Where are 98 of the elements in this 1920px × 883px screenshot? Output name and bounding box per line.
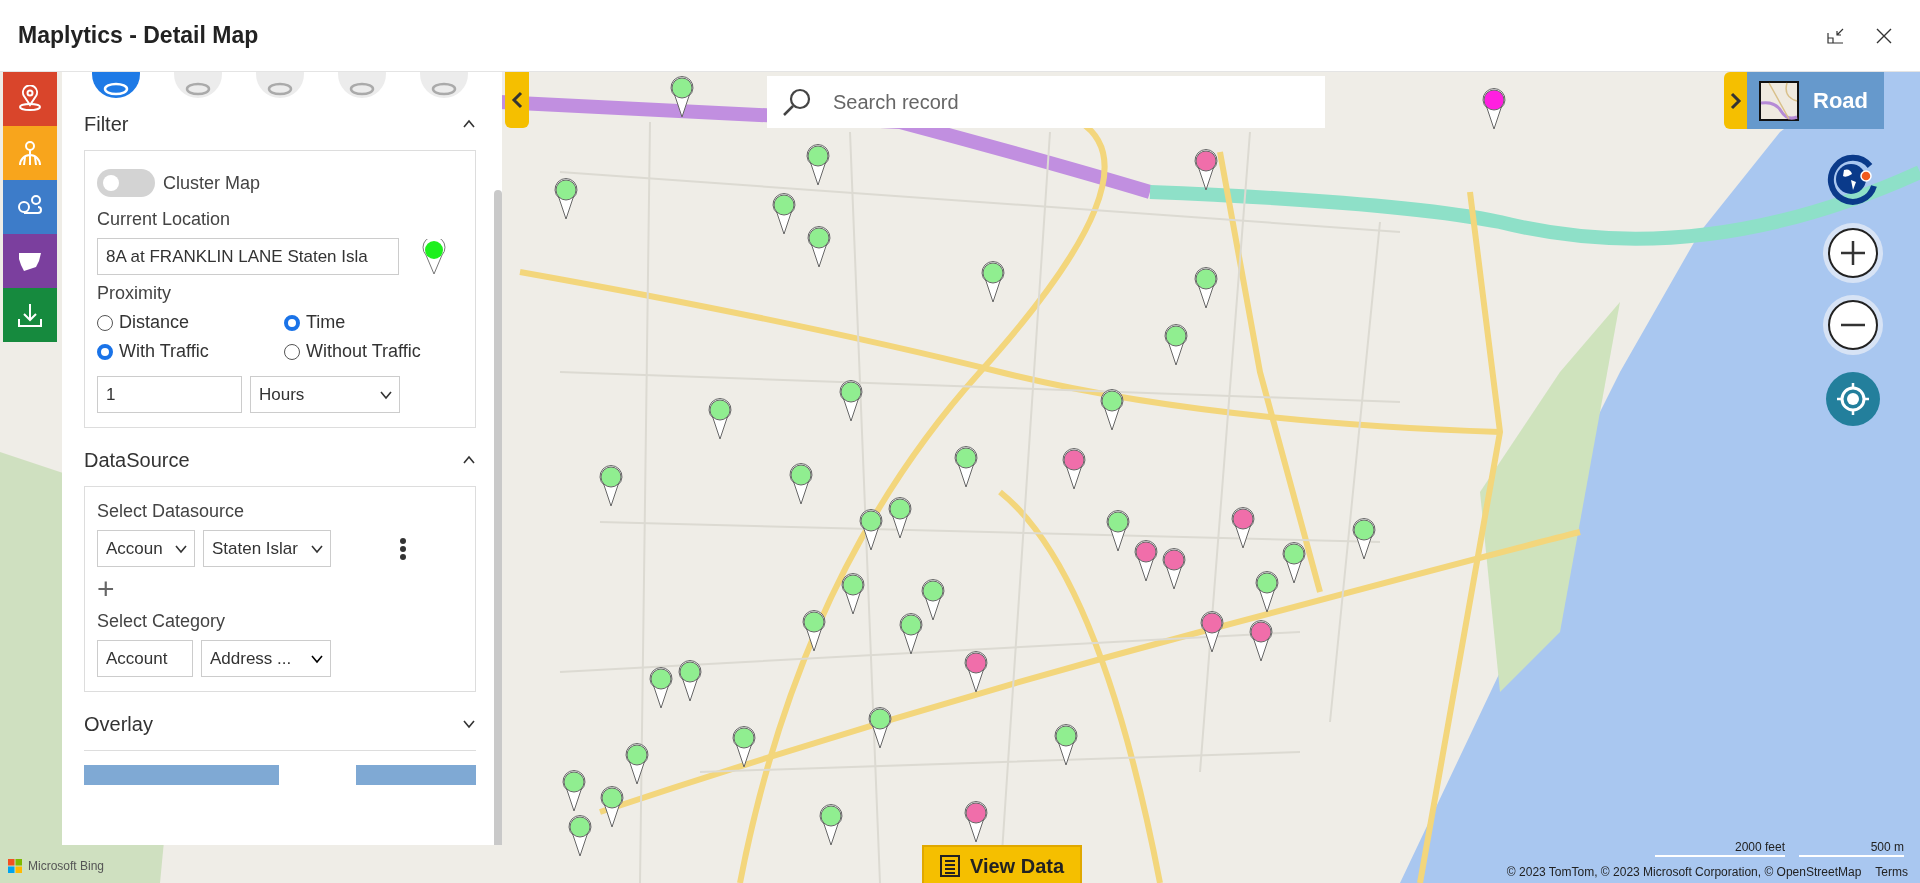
cluster-label: Cluster Map (163, 172, 261, 194)
globe-pin-icon (16, 139, 44, 167)
provider-name: Microsoft Bing (28, 859, 105, 873)
map-pin[interactable] (963, 801, 989, 843)
map-pin[interactable] (806, 226, 832, 268)
list-icon (939, 855, 960, 877)
category-entity-field: Account (97, 640, 193, 677)
proximity-label: Proximity (97, 283, 172, 304)
map-pin[interactable] (963, 651, 989, 693)
map-pin[interactable] (1248, 620, 1274, 662)
map-pin[interactable] (669, 76, 695, 118)
map-pin[interactable] (1351, 518, 1377, 560)
minus-icon (1839, 323, 1867, 327)
map-pin[interactable] (598, 465, 624, 507)
map-pin[interactable] (1193, 267, 1219, 309)
scale-bar: 2000 feet (1655, 840, 1785, 857)
filter-section-header[interactable]: Filter (84, 98, 476, 150)
map-pin[interactable] (648, 667, 674, 709)
crosshair-icon (1836, 382, 1870, 416)
cluster-toggle[interactable] (97, 169, 155, 197)
map-pin[interactable] (553, 178, 579, 220)
map-pin[interactable] (1161, 548, 1187, 590)
map-pin[interactable] (1254, 571, 1280, 613)
map-attribution: © 2023 TomTom, © 2023 Microsoft Corporation, © OpenStreetMap (1506, 865, 1862, 879)
map-pin[interactable] (788, 463, 814, 505)
map-pin[interactable] (887, 497, 913, 539)
map-pin[interactable] (567, 815, 593, 857)
map-pin[interactable] (1481, 88, 1507, 130)
map-pin[interactable] (1193, 149, 1219, 191)
side-tool-button[interactable] (3, 180, 57, 234)
road-map-icon (1759, 80, 1799, 121)
map-pin[interactable] (840, 573, 866, 615)
scrollbar-thumb[interactable] (494, 190, 502, 845)
map-pin[interactable] (1133, 540, 1159, 582)
search-field[interactable]: Search record (767, 76, 1325, 128)
datasource-label: Select Datasource (97, 501, 246, 522)
view-select[interactable]: Staten Islar (203, 530, 331, 567)
location-pin-icon (421, 238, 447, 275)
plus-icon (1839, 239, 1867, 267)
more-icon[interactable] (399, 536, 407, 561)
location-pin-icon (16, 85, 44, 113)
map-pin[interactable] (1105, 510, 1131, 552)
map-pin[interactable] (707, 398, 733, 440)
datasource-section-header[interactable]: DataSource (84, 434, 476, 486)
category-label: Select Category (97, 611, 227, 632)
map-pin[interactable] (677, 660, 703, 702)
map-pin[interactable] (867, 707, 893, 749)
map-pin[interactable] (1061, 448, 1087, 490)
chevron-left-icon (511, 91, 523, 109)
side-tool-button[interactable] (3, 288, 57, 342)
map-pin[interactable] (624, 743, 650, 785)
map-pin[interactable] (953, 446, 979, 488)
location-input[interactable]: 8A at FRANKLIN LANE Staten Isla (97, 238, 399, 275)
map-pin[interactable] (599, 786, 625, 828)
traffic-radio[interactable]: Without Traffic (284, 341, 463, 362)
map-pin[interactable] (980, 261, 1006, 303)
map-pin[interactable] (1199, 611, 1225, 653)
map-pin[interactable] (818, 804, 844, 846)
close-icon (1876, 27, 1892, 44)
view-data-button[interactable]: View Data (922, 845, 1082, 883)
terms-link[interactable]: Terms (1875, 865, 1908, 879)
scale-bar: 500 m (1799, 840, 1904, 857)
map-pin[interactable] (561, 770, 587, 812)
side-tool-button[interactable] (3, 234, 57, 288)
map-pin[interactable] (1281, 542, 1307, 584)
category-select[interactable]: Address ... (201, 640, 331, 677)
location-label: Current Location (97, 209, 232, 230)
unit-select[interactable]: Hours (250, 376, 400, 413)
amount-input[interactable]: 1 (97, 376, 242, 413)
restore-icon (1827, 27, 1845, 44)
map-pin[interactable] (731, 726, 757, 768)
proximity-radio[interactable]: Time (284, 312, 463, 333)
map-pin[interactable] (1053, 724, 1079, 766)
map-pin[interactable] (1230, 507, 1256, 549)
add-button[interactable]: + (97, 575, 123, 603)
collapse-panel-button[interactable] (505, 72, 529, 128)
side-tool-button[interactable] (3, 72, 57, 126)
download-icon (16, 301, 44, 329)
map-pin[interactable] (771, 193, 797, 235)
entity-select[interactable]: Accoun (97, 530, 195, 567)
map-pin[interactable] (858, 509, 884, 551)
provider-logo-icon (8, 859, 22, 873)
traffic-radio[interactable]: With Traffic (97, 341, 276, 362)
expand-styles-button[interactable] (1724, 72, 1747, 129)
globe-location-button[interactable] (1826, 152, 1880, 206)
chevron-right-icon (1729, 91, 1742, 110)
window-title: Maplytics - Detail Map (18, 22, 260, 49)
map-pin[interactable] (805, 144, 831, 186)
map-pin[interactable] (1163, 324, 1189, 366)
map-pin[interactable] (1099, 389, 1125, 431)
overlay-section-header[interactable]: Overlay (84, 698, 476, 750)
map-pin[interactable] (898, 613, 924, 655)
map-pin[interactable] (920, 579, 946, 621)
proximity-radio[interactable]: Distance (97, 312, 276, 333)
map-pin[interactable] (801, 610, 827, 652)
search-icon (781, 86, 813, 118)
globe-icon (1826, 152, 1880, 206)
map-pin[interactable] (838, 380, 864, 422)
